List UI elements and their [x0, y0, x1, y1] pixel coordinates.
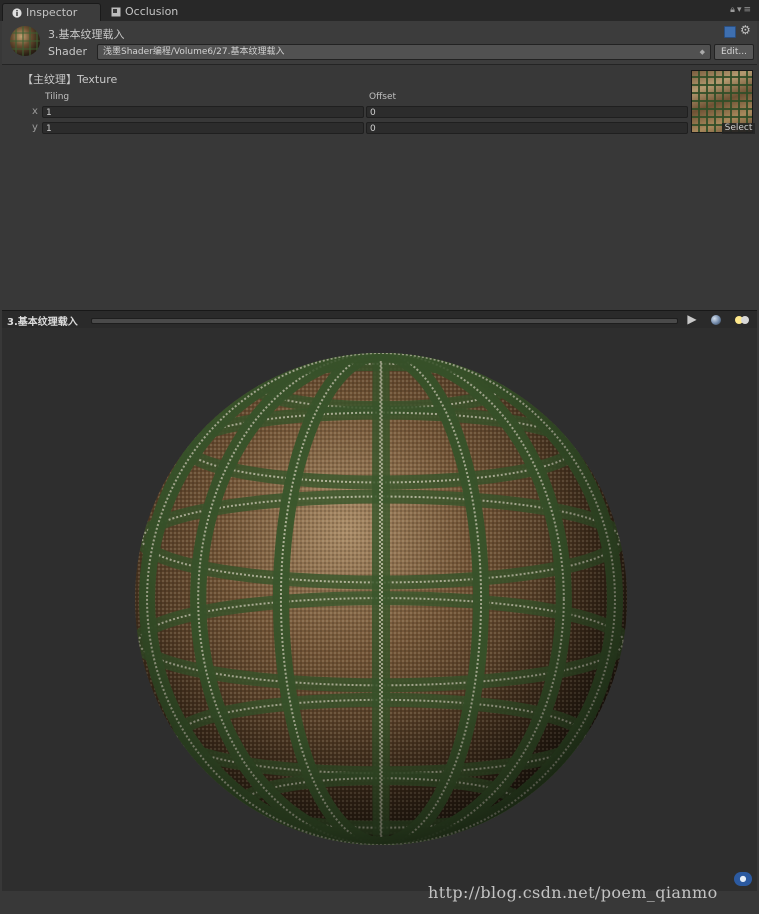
lights-icon[interactable] [735, 316, 751, 324]
tab-inspector-label: Inspector [26, 6, 78, 19]
tab-bar: Inspector Occlusion 🔒︎▾≡ [0, 0, 759, 22]
tiling-x-field[interactable]: 1 [42, 106, 364, 118]
lock-icon[interactable]: 🔒︎ [730, 5, 737, 15]
info-icon [12, 8, 22, 18]
shader-label: Shader [48, 45, 87, 58]
chevron-down-icon: ◆ [699, 48, 705, 56]
tab-occlusion-label: Occlusion [125, 5, 179, 18]
occlusion-icon [111, 7, 121, 17]
material-name: 3.基本纹理载入 [48, 28, 125, 41]
watermark: http://blog.csdn.net/poem_qianmo [428, 883, 718, 902]
gear-icon[interactable]: ⚙ [740, 23, 751, 37]
material-properties: 【主纹理】Texture Tiling Offset x 1 0 y 1 0 S… [2, 65, 757, 309]
preview-title: 3.基本纹理载入 [7, 317, 78, 328]
book-icon[interactable] [724, 26, 736, 38]
material-preview[interactable] [2, 328, 757, 891]
tag-icon[interactable]: ● [734, 872, 752, 886]
material-thumbnail [10, 26, 40, 56]
axis-x-label: x [32, 106, 38, 117]
tiling-header: Tiling [45, 92, 70, 102]
offset-x-field[interactable]: 0 [366, 106, 688, 118]
material-header: 3.基本纹理载入 Shader 浅墨Shader编程/Volume6/27.基本… [2, 21, 757, 65]
edit-shader-button[interactable]: Edit... [714, 44, 754, 60]
preview-drag-bar[interactable] [91, 318, 678, 324]
tab-occlusion[interactable]: Occlusion [104, 3, 204, 21]
offset-y-field[interactable]: 0 [366, 122, 688, 134]
tiling-y-field[interactable]: 1 [42, 122, 364, 134]
window-controls: 🔒︎▾≡ [730, 5, 753, 15]
shader-dropdown-value: 浅墨Shader编程/Volume6/27.基本纹理载入 [103, 47, 285, 57]
preview-sphere [135, 353, 627, 845]
preview-toolbar: 3.基本纹理载入 ▶ [2, 310, 757, 328]
select-texture-button[interactable]: Select [722, 123, 755, 134]
sphere-icon[interactable] [711, 315, 721, 325]
offset-header: Offset [369, 92, 397, 102]
tab-inspector[interactable]: Inspector [2, 3, 101, 22]
texture-property-label: 【主纹理】Texture [22, 73, 118, 86]
axis-y-label: y [32, 122, 38, 133]
play-icon[interactable]: ▶ [682, 311, 702, 328]
menu-icon[interactable]: ▾≡ [737, 5, 753, 15]
shader-dropdown[interactable]: 浅墨Shader编程/Volume6/27.基本纹理载入 ◆ [97, 44, 711, 60]
